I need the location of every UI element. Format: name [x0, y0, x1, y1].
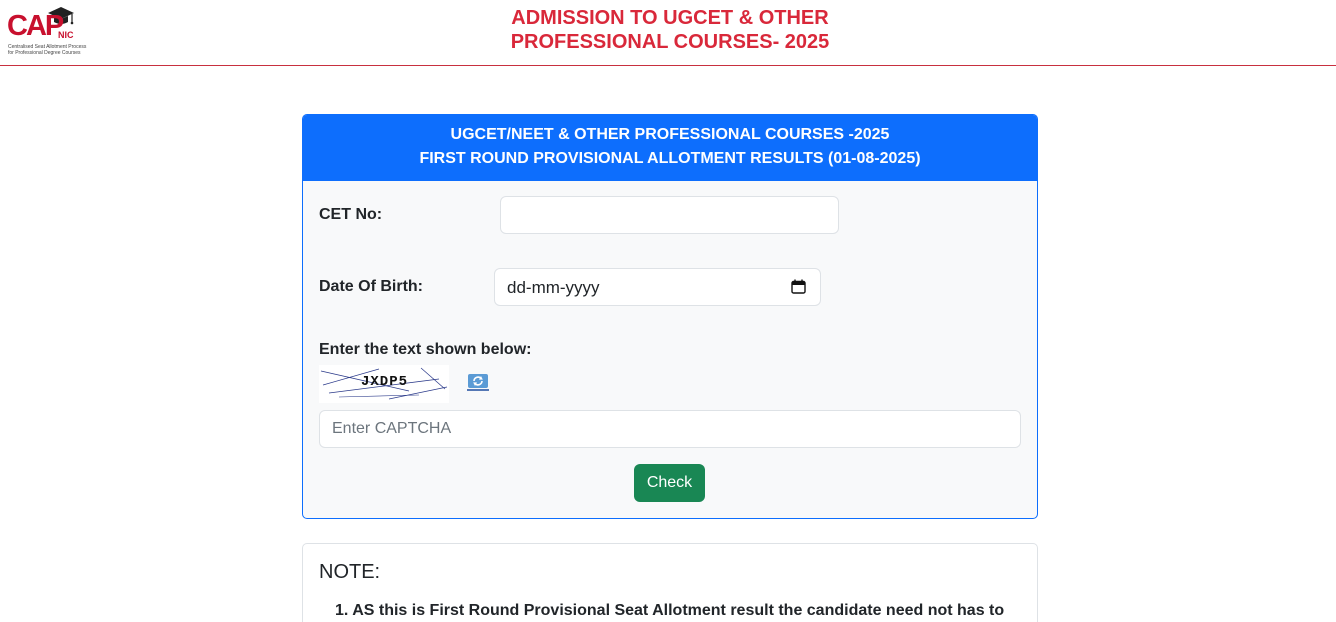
form-card-heading-line1: UGCET/NEET & OTHER PROFESSIONAL COURSES … [450, 126, 890, 143]
cet-no-label: CET No: [319, 206, 383, 223]
refresh-icon[interactable] [467, 373, 489, 391]
calendar-icon[interactable] [791, 279, 806, 294]
check-button[interactable]: Check [634, 464, 705, 502]
dob-placeholder: dd-mm-yyyy [507, 278, 600, 297]
dob-label: Date Of Birth: [319, 278, 423, 295]
logo-tagline: Centralised Seat Allotment Process for P… [8, 44, 86, 56]
cap-logo[interactable]: CAP NIC Centralised Seat Allotment Proce… [7, 5, 97, 59]
note-panel: NOTE: 1. AS this is First Round Provisio… [302, 543, 1038, 622]
logo-nic-mark: NIC [58, 30, 74, 40]
note-title: NOTE: [319, 561, 381, 583]
form-card-header: UGCET/NEET & OTHER PROFESSIONAL COURSES … [303, 115, 1037, 181]
top-header: CAP NIC Centralised Seat Allotment Proce… [0, 0, 1336, 66]
captcha-label: Enter the text shown below: [319, 341, 532, 358]
site-title-line2: PROFESSIONAL COURSES- 2025 [510, 31, 830, 53]
logo-tagline-line2: for Professional Degree Courses [8, 50, 81, 56]
captcha-image: JXDP5 [319, 365, 449, 403]
captcha-text: JXDP5 [361, 374, 409, 390]
site-title-line1: ADMISSION TO UGCET & OTHER [511, 7, 829, 29]
dob-input[interactable]: dd-mm-yyyy [494, 268, 821, 306]
logo-wordmark: CAP [7, 10, 64, 42]
allotment-form-card: UGCET/NEET & OTHER PROFESSIONAL COURSES … [302, 114, 1038, 519]
site-title: ADMISSION TO UGCET & OTHER PROFESSIONAL … [460, 6, 880, 54]
form-card-heading-line2: FIRST ROUND PROVISIONAL ALLOTMENT RESULT… [419, 150, 921, 167]
note-item: 1. AS this is First Round Provisional Se… [335, 602, 1005, 619]
captcha-input[interactable] [319, 410, 1021, 448]
cet-no-input[interactable] [500, 196, 839, 234]
